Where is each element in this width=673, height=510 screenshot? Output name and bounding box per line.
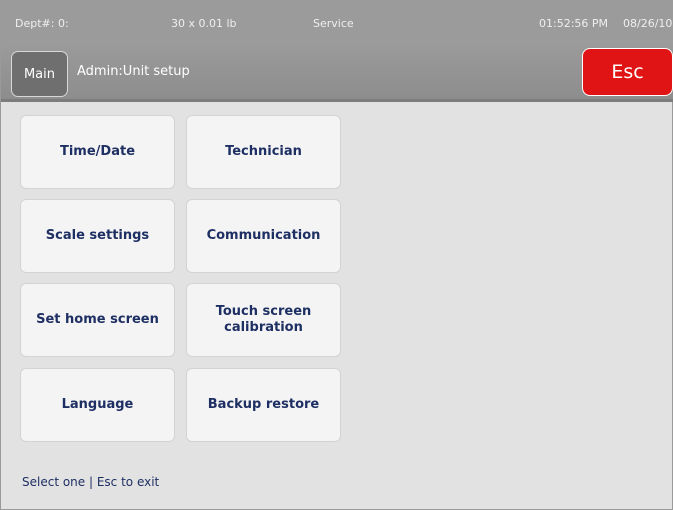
- set-home-screen-button[interactable]: Set home screen: [20, 283, 175, 357]
- touch-screen-calibration-button[interactable]: Touch screen calibration: [186, 283, 341, 357]
- footer-hint: Select one | Esc to exit: [22, 475, 160, 489]
- weight-readout: 30 x 0.01 lb: [171, 17, 237, 30]
- technician-button[interactable]: Technician: [186, 115, 341, 189]
- mode-label: Service: [313, 17, 354, 30]
- esc-button[interactable]: Esc: [582, 48, 673, 96]
- status-bar: Dept#: 0: 30 x 0.01 lb Service 01:52:56 …: [1, 1, 673, 46]
- time-date-button[interactable]: Time/Date: [20, 115, 175, 189]
- communication-button[interactable]: Communication: [186, 199, 341, 273]
- clock-time: 01:52:56 PM: [539, 17, 609, 30]
- department-label: Dept#: 0:: [15, 17, 69, 30]
- clock-date: 08/26/10: [623, 17, 673, 30]
- backup-restore-button[interactable]: Backup restore: [186, 368, 341, 442]
- title-bar: Main Admin:Unit setup Esc: [1, 46, 673, 102]
- scale-settings-button[interactable]: Scale settings: [20, 199, 175, 273]
- main-button[interactable]: Main: [11, 51, 68, 97]
- language-button[interactable]: Language: [20, 368, 175, 442]
- page-title: Admin:Unit setup: [77, 64, 190, 79]
- unit-setup-screen: Dept#: 0: 30 x 0.01 lb Service 01:52:56 …: [0, 0, 673, 510]
